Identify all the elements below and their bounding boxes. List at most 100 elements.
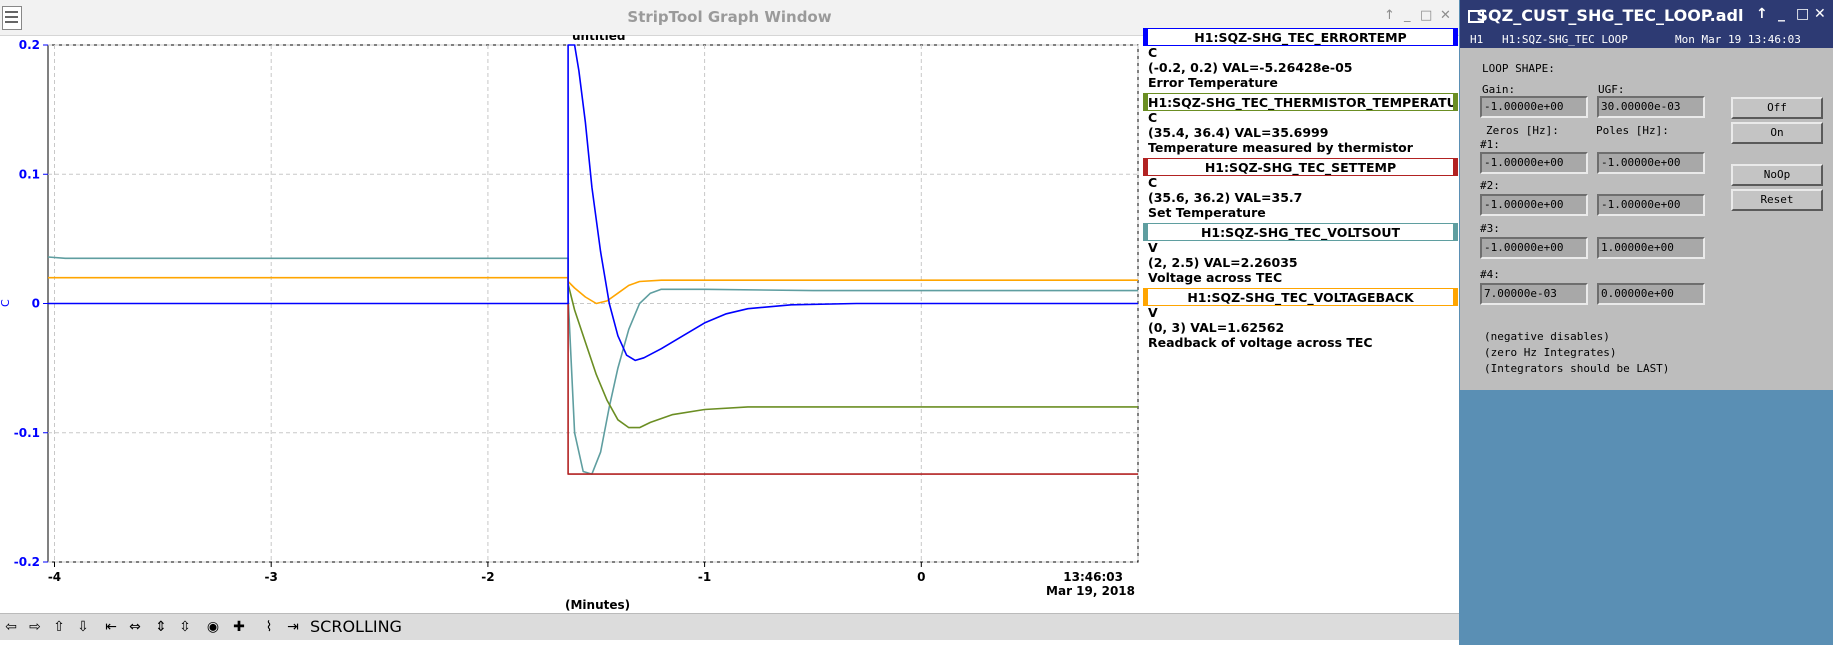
- desktop-background: [1460, 390, 1833, 645]
- loop-subtitle: H1:SQZ-SHG_TEC LOOP: [1502, 33, 1628, 46]
- y-unit-label: C: [0, 299, 12, 307]
- x-tick-label: -4: [48, 570, 61, 584]
- arrow-right-icon[interactable]: ⇨: [24, 617, 46, 637]
- strip-chart[interactable]: 0.2 0.1 0 -0.1 -0.2 -4 -3 -2 -1 0 untitled C (Min…: [0, 35, 1140, 613]
- striptool-window: StripTool Graph Window ↑ _ □ ✕ 0.2 0.1 0 -0…: [0, 0, 1459, 645]
- note-negative: (negative disables): [1484, 330, 1610, 343]
- legend-range-val: (0, 3) VAL=1.62562: [1148, 320, 1285, 335]
- striptool-toolbar: ⇦ ⇨ ⇧ ⇩ ⇤ ⇔ ⇕ ⇳ ◉ ✚ ⌇ ⇥ SCROLLING: [0, 613, 1459, 640]
- legend-entry[interactable]: H1:SQZ-SHG_TEC_THERMISTOR_TEMPERATURE C (3…: [1143, 93, 1458, 156]
- legend-entry[interactable]: H1:SQZ-SHG_TEC_SETTEMP C (35.6, 36.2) VAL=…: [1143, 158, 1458, 221]
- legend-entry[interactable]: H1:SQZ-SHG_TEC_VOLTAGEBACK V (0, 3) VAL=1.…: [1143, 288, 1458, 351]
- series-line: [567, 303, 1138, 475]
- legend-entry[interactable]: H1:SQZ-SHG_TEC_ERRORTEMP C (-0.2, 0.2) VAL…: [1143, 28, 1458, 91]
- x-tick-label: -2: [481, 570, 494, 584]
- legend-desc: Error Temperature: [1148, 75, 1278, 90]
- row-label: #2:: [1480, 179, 1500, 192]
- reset-button[interactable]: Reset: [1731, 189, 1823, 211]
- zero-3-field[interactable]: -1.00000e+00: [1480, 237, 1588, 259]
- legend-desc: Set Temperature: [1148, 205, 1266, 220]
- graph-title: untitled: [572, 35, 626, 43]
- zoom-out-y-icon[interactable]: ⇳: [174, 617, 196, 637]
- legend-range-val: (-0.2, 0.2) VAL=-5.26428e-05: [1148, 60, 1353, 75]
- minimize-icon[interactable]: _: [1778, 6, 1785, 22]
- off-button[interactable]: Off: [1731, 97, 1823, 119]
- legend-range-val: (35.6, 36.2) VAL=35.7: [1148, 190, 1303, 205]
- date-label: Mar 19, 2018: [1046, 584, 1135, 598]
- y-tick-label: -0.2: [14, 555, 40, 569]
- move-icon[interactable]: ↑: [1756, 6, 1768, 22]
- minimize-icon[interactable]: _: [1404, 8, 1411, 23]
- scroll-icon[interactable]: ⇥: [282, 617, 304, 637]
- legend-signal-name[interactable]: H1:SQZ-SHG_TEC_VOLTSOUT: [1143, 223, 1458, 241]
- zoom-out-x-icon[interactable]: ⇔: [124, 617, 146, 637]
- y-tick-label: 0: [32, 297, 40, 311]
- arrow-left-icon[interactable]: ⇦: [0, 617, 22, 637]
- loop-window-title: SQZ_CUST_SHG_TEC_LOOP.adl: [1476, 6, 1744, 25]
- close-icon[interactable]: ✕: [1440, 8, 1451, 23]
- legend-unit: V: [1148, 240, 1158, 255]
- plus-icon[interactable]: ✚: [228, 617, 250, 637]
- record-icon[interactable]: ◉: [202, 617, 224, 637]
- legend-unit: C: [1148, 175, 1158, 190]
- row-label: #1:: [1480, 138, 1500, 151]
- note-integrators: (Integrators should be LAST): [1484, 362, 1670, 375]
- loop-panel: LOOP SHAPE: Gain: UGF: -1.00000e+00 30.0…: [1460, 48, 1833, 390]
- note-zero-hz: (zero Hz Integrates): [1484, 346, 1617, 359]
- zeros-label: Zeros [Hz]:: [1486, 124, 1559, 137]
- row-label: #4:: [1480, 268, 1500, 281]
- legend-signal-name[interactable]: H1:SQZ-SHG_TEC_ERRORTEMP: [1143, 28, 1458, 46]
- pole-1-field[interactable]: -1.00000e+00: [1597, 152, 1705, 174]
- series-line: [567, 283, 1138, 429]
- maximize-icon[interactable]: □: [1796, 6, 1809, 22]
- legend: H1:SQZ-SHG_TEC_ERRORTEMP C (-0.2, 0.2) VAL…: [1143, 28, 1458, 353]
- row-label: #3:: [1480, 222, 1500, 235]
- x-tick-label: -1: [698, 570, 711, 584]
- loop-window: SQZ_CUST_SHG_TEC_LOOP.adl ↑ _ □ ✕ H1 H1:…: [1460, 0, 1833, 390]
- pole-3-field[interactable]: 1.00000e+00: [1597, 237, 1705, 259]
- y-tick-label: 0.2: [19, 38, 40, 52]
- ugf-label: UGF:: [1598, 83, 1625, 96]
- gain-field[interactable]: -1.00000e+00: [1480, 96, 1588, 118]
- legend-unit: V: [1148, 305, 1158, 320]
- gain-label: Gain:: [1482, 83, 1516, 96]
- zero-2-field[interactable]: -1.00000e+00: [1480, 194, 1588, 216]
- zoom-in-x-icon[interactable]: ⇤: [100, 617, 122, 637]
- poles-label: Poles [Hz]:: [1596, 124, 1669, 137]
- legend-signal-name[interactable]: H1:SQZ-SHG_TEC_SETTEMP: [1143, 158, 1458, 176]
- legend-range-val: (2, 2.5) VAL=2.26035: [1148, 255, 1298, 270]
- legend-desc: Voltage across TEC: [1148, 270, 1283, 285]
- window-title: StripTool Graph Window: [627, 8, 832, 26]
- zero-1-field[interactable]: -1.00000e+00: [1480, 152, 1588, 174]
- legend-desc: Temperature measured by thermistor: [1148, 140, 1413, 155]
- graph-icon[interactable]: ⌇: [258, 617, 280, 637]
- pole-4-field[interactable]: 0.00000e+00: [1597, 283, 1705, 305]
- move-icon[interactable]: ↑: [1384, 8, 1395, 23]
- mode-label: SCROLLING: [310, 617, 402, 636]
- zoom-in-y-icon[interactable]: ⇕: [150, 617, 172, 637]
- close-icon[interactable]: ✕: [1814, 6, 1826, 22]
- loop-shape-label: LOOP SHAPE:: [1482, 62, 1555, 75]
- arrow-down-icon[interactable]: ⇩: [72, 617, 94, 637]
- arrow-up-icon[interactable]: ⇧: [48, 617, 70, 637]
- pole-2-field[interactable]: -1.00000e+00: [1597, 194, 1705, 216]
- ugf-field[interactable]: 30.00000e-03: [1597, 96, 1705, 118]
- legend-signal-name[interactable]: H1:SQZ-SHG_TEC_THERMISTOR_TEMPERATURE: [1143, 93, 1458, 111]
- legend-signal-name[interactable]: H1:SQZ-SHG_TEC_VOLTAGEBACK: [1143, 288, 1458, 306]
- x-tick-label: -3: [265, 570, 278, 584]
- noop-button[interactable]: NoOp: [1731, 164, 1823, 186]
- loop-titlebar[interactable]: SQZ_CUST_SHG_TEC_LOOP.adl ↑ _ □ ✕: [1460, 0, 1833, 32]
- loop-header: H1 H1:SQZ-SHG_TEC LOOP Mon Mar 19 13:46:…: [1460, 32, 1833, 59]
- x-axis-label: (Minutes): [565, 598, 630, 612]
- legend-desc: Readback of voltage across TEC: [1148, 335, 1373, 350]
- series-line: [48, 44, 1138, 362]
- legend-entry[interactable]: H1:SQZ-SHG_TEC_VOLTSOUT V (2, 2.5) VAL=2.2…: [1143, 223, 1458, 286]
- maximize-icon[interactable]: □: [1420, 8, 1432, 23]
- legend-range-val: (35.4, 36.4) VAL=35.6999: [1148, 125, 1329, 140]
- on-button[interactable]: On: [1731, 122, 1823, 144]
- legend-unit: C: [1148, 110, 1158, 125]
- x-tick-label: 0: [917, 570, 925, 584]
- ifo-label: H1: [1470, 33, 1484, 46]
- legend-unit: C: [1148, 45, 1158, 60]
- zero-4-field[interactable]: 7.00000e-03: [1480, 283, 1588, 305]
